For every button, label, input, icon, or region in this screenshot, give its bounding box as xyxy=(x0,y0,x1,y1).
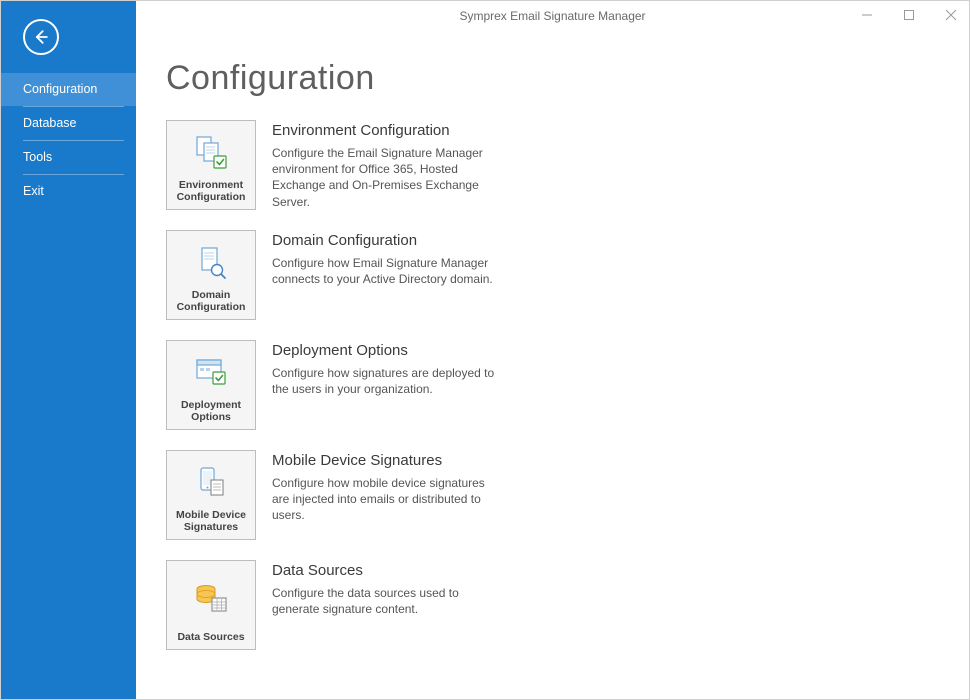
tile-title: Mobile Device Signatures xyxy=(272,452,502,469)
page-content: Configuration xyxy=(136,31,969,699)
close-button[interactable] xyxy=(939,5,963,25)
tile-list: Environment Configuration Environment Co… xyxy=(166,120,766,650)
tile-mobile-device-signatures[interactable]: Mobile Device Signatures xyxy=(166,450,256,540)
tile-title: Environment Configuration xyxy=(272,122,502,139)
tile-body: Configure the data sources used to gener… xyxy=(272,585,502,617)
tile-label: Data Sources xyxy=(177,631,244,643)
window-controls xyxy=(855,5,963,25)
tile-description: Environment Configuration Configure the … xyxy=(272,120,502,210)
tile-row-datasources: Data Sources Data Sources Configure the … xyxy=(166,560,766,650)
tile-row-deployment: Deployment Options Deployment Options Co… xyxy=(166,340,766,430)
tile-body: Configure how mobile device signatures a… xyxy=(272,475,502,524)
tile-description: Domain Configuration Configure how Email… xyxy=(272,230,502,287)
phone-document-icon xyxy=(190,457,232,509)
tile-row-environment: Environment Configuration Environment Co… xyxy=(166,120,766,210)
minimize-button[interactable] xyxy=(855,5,879,25)
tile-label: Domain Configuration xyxy=(171,289,251,313)
maximize-button[interactable] xyxy=(897,5,921,25)
window-title: Symprex Email Signature Manager xyxy=(459,9,645,23)
back-arrow-icon xyxy=(31,27,51,47)
tile-title: Domain Configuration xyxy=(272,232,502,249)
sidebar-item-database[interactable]: Database xyxy=(1,107,136,140)
tile-body: Configure the Email Signature Manager en… xyxy=(272,145,502,210)
tile-body: Configure how signatures are deployed to… xyxy=(272,365,502,397)
back-button[interactable] xyxy=(23,19,59,55)
sidebar: Configuration Database Tools Exit xyxy=(1,1,136,699)
tile-label: Deployment Options xyxy=(171,399,251,423)
maximize-icon xyxy=(903,9,915,21)
page-title: Configuration xyxy=(166,59,939,98)
database-table-icon xyxy=(190,567,232,631)
tile-domain-configuration[interactable]: Domain Configuration xyxy=(166,230,256,320)
servers-check-icon xyxy=(190,127,232,179)
tile-description: Mobile Device Signatures Configure how m… xyxy=(272,450,502,524)
tile-description: Deployment Options Configure how signatu… xyxy=(272,340,502,397)
titlebar: Symprex Email Signature Manager xyxy=(136,1,969,31)
sidebar-item-configuration[interactable]: Configuration xyxy=(1,73,136,106)
tile-row-mobile: Mobile Device Signatures Mobile Device S… xyxy=(166,450,766,540)
app-window: Configuration Database Tools Exit Sympre… xyxy=(0,0,970,700)
sidebar-item-tools[interactable]: Tools xyxy=(1,141,136,174)
tile-environment-configuration[interactable]: Environment Configuration xyxy=(166,120,256,210)
tile-deployment-options[interactable]: Deployment Options xyxy=(166,340,256,430)
sidebar-nav: Configuration Database Tools Exit xyxy=(1,73,136,208)
window-check-icon xyxy=(190,347,232,399)
tile-row-domain: Domain Configuration Domain Configuratio… xyxy=(166,230,766,320)
tile-title: Deployment Options xyxy=(272,342,502,359)
tile-title: Data Sources xyxy=(272,562,502,579)
content-area: Symprex Email Signature Manager xyxy=(136,1,969,699)
sidebar-item-exit[interactable]: Exit xyxy=(1,175,136,208)
tile-label: Environment Configuration xyxy=(171,179,251,203)
tile-body: Configure how Email Signature Manager co… xyxy=(272,255,502,287)
minimize-icon xyxy=(861,9,873,21)
tile-label: Mobile Device Signatures xyxy=(171,509,251,533)
tile-description: Data Sources Configure the data sources … xyxy=(272,560,502,617)
server-search-icon xyxy=(190,237,232,289)
close-icon xyxy=(945,9,957,21)
tile-data-sources[interactable]: Data Sources xyxy=(166,560,256,650)
